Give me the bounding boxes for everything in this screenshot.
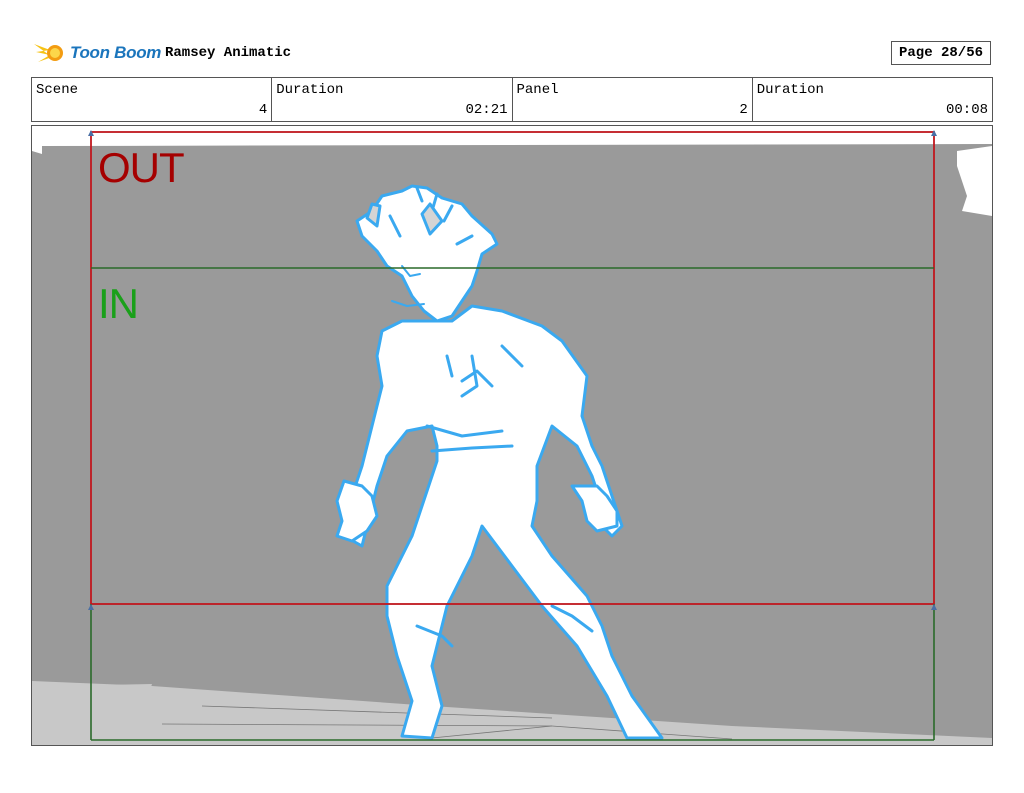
info-cell-panel: Panel 2 [513,78,753,121]
info-cell-scene-duration: Duration 02:21 [272,78,513,121]
out-frame-label: OUT [98,144,185,191]
panel-artwork [32,130,992,745]
panel-value: 2 [739,102,748,118]
panel-label: Panel [516,82,559,98]
panel-duration-value: 00:08 [945,102,988,118]
brand-name: Toon Boom [70,43,162,62]
arrow-marker [931,130,937,136]
scene-value: 4 [258,102,268,118]
scene-duration-value: 02:21 [465,102,508,118]
info-cell-panel-duration: Duration 00:08 [753,78,992,121]
info-cell-scene: Scene 4 [32,78,273,121]
project-title: Ramsey Animatic [165,45,292,61]
info-table: Scene 4 Duration 02:21 Panel 2 Duration … [31,77,993,122]
in-frame-label: IN [98,280,139,327]
toon-boom-star-icon [34,44,63,62]
arrow-marker [88,130,94,136]
toon-boom-logo: Toon Boom [32,36,161,70]
panel-duration-label: Duration [756,82,824,98]
scene-duration-label: Duration [276,82,344,98]
scene-label: Scene [36,82,79,98]
page-indicator: Page 28/56 [891,41,991,65]
storyboard-panel: OUT IN [31,125,993,746]
